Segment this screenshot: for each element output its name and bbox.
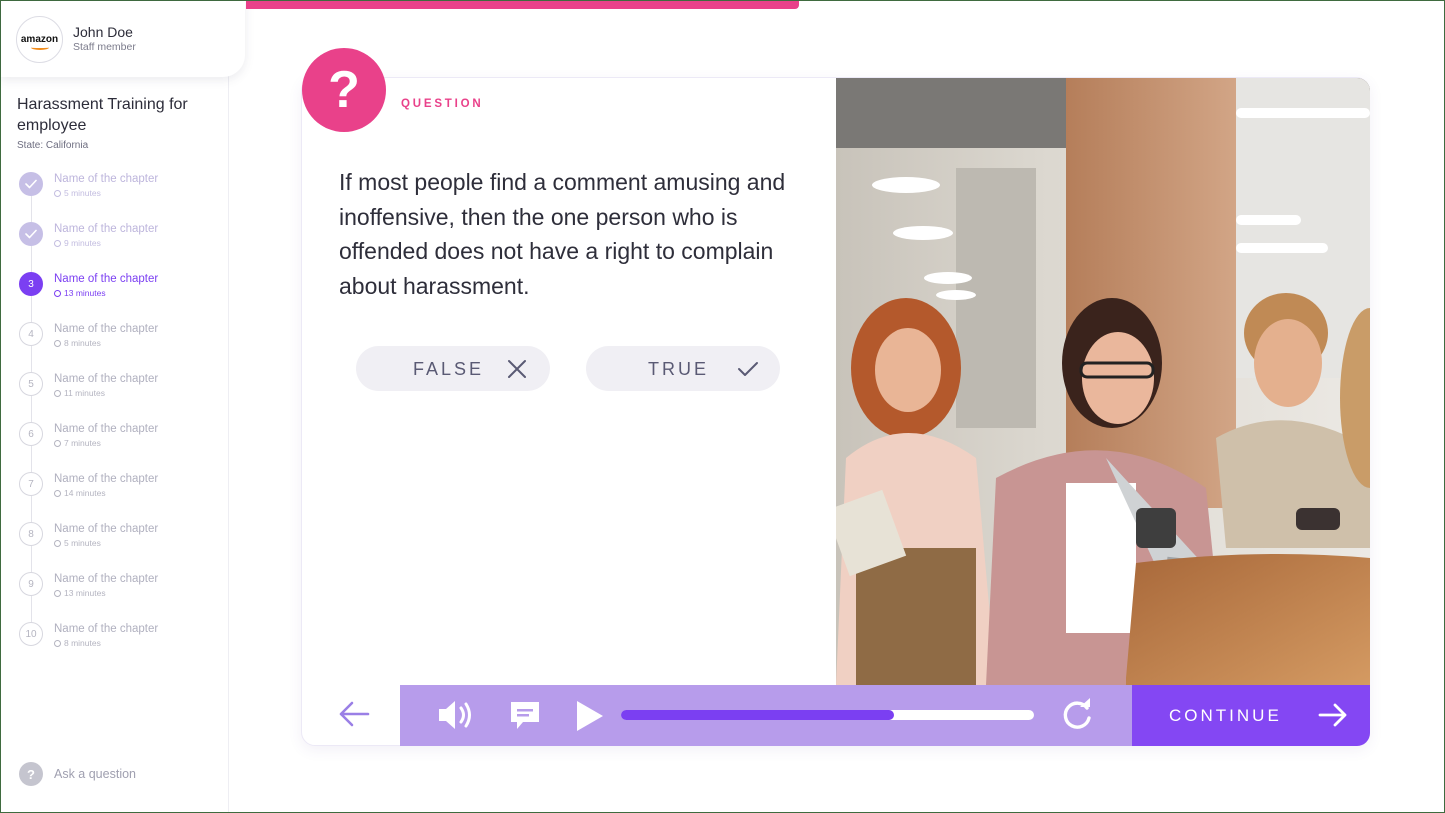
chapter-number: 9 (19, 572, 43, 596)
chapter-item-4[interactable]: 4 Name of the chapter 8 minutes (19, 322, 219, 362)
chapter-duration: 13 minutes (54, 588, 106, 598)
chapter-duration-text: 13 minutes (64, 288, 106, 298)
question-text: If most people find a comment amusing an… (339, 169, 786, 299)
clock-icon (54, 490, 61, 497)
clock-icon (54, 240, 61, 247)
chapter-duration-text: 5 minutes (64, 188, 101, 198)
user-role: Staff member (73, 41, 136, 53)
ask-question-link[interactable]: ? Ask a question (19, 762, 136, 786)
clock-icon (54, 290, 61, 297)
chapter-item-6[interactable]: 6 Name of the chapter 7 minutes (19, 422, 219, 462)
chapter-duration: 7 minutes (54, 438, 101, 448)
company-logo: amazon (16, 16, 63, 63)
answer-true-label: TRUE (648, 359, 709, 379)
chapter-duration: 8 minutes (54, 638, 101, 648)
clock-icon (54, 390, 61, 397)
check-icon (19, 222, 43, 246)
clock-icon (54, 440, 61, 447)
arrow-left-icon[interactable] (336, 698, 372, 730)
course-progress-bar (246, 1, 799, 9)
user-name: John Doe (73, 24, 133, 40)
question-circle-icon: ? (19, 762, 43, 786)
chapter-number: 3 (19, 272, 43, 296)
chapter-item-5[interactable]: 5 Name of the chapter 11 minutes (19, 372, 219, 412)
chapter-duration: 5 minutes (54, 538, 101, 548)
logo-smile-icon (31, 45, 49, 50)
x-icon (508, 360, 526, 378)
answer-false-button[interactable]: FALSE (356, 346, 550, 391)
refresh-icon[interactable] (1059, 698, 1095, 732)
chapter-item-2[interactable]: Name of the chapter 9 minutes (19, 222, 219, 262)
chapter-duration-text: 5 minutes (64, 538, 101, 548)
chapter-duration: 8 minutes (54, 338, 101, 348)
chapter-number: 4 (19, 322, 43, 346)
chapter-duration-text: 8 minutes (64, 338, 101, 348)
ask-question-label: Ask a question (54, 767, 136, 781)
photo-illustration (836, 78, 1370, 685)
question-mark-icon: ? (302, 48, 386, 132)
chapter-item-3[interactable]: 3 Name of the chapter 13 minutes (19, 272, 219, 312)
chapter-duration: 5 minutes (54, 188, 101, 198)
clock-icon (54, 340, 61, 347)
course-title: Harassment Training for employee (17, 96, 188, 134)
user-card[interactable]: amazon John Doe Staff member (1, 1, 245, 77)
play-icon[interactable] (575, 700, 605, 732)
chapter-name: Name of the chapter (54, 173, 159, 185)
chapter-name: Name of the chapter (54, 623, 159, 635)
arrow-right-icon (1318, 703, 1347, 727)
check-icon (738, 362, 758, 376)
chapter-number: 8 (19, 522, 43, 546)
chapter-number: 10 (19, 622, 43, 646)
course-state: State: California (17, 140, 89, 151)
chapter-name: Name of the chapter (54, 423, 159, 435)
check-icon (19, 172, 43, 196)
chapter-duration-text: 14 minutes (64, 488, 106, 498)
message-icon[interactable] (509, 700, 541, 732)
chapter-duration-text: 7 minutes (64, 438, 101, 448)
chapter-name: Name of the chapter (54, 573, 159, 585)
media-progress-track[interactable] (621, 710, 1034, 720)
clock-icon (54, 590, 61, 597)
chapter-duration-text: 8 minutes (64, 638, 101, 648)
chapter-item-1[interactable]: Name of the chapter 5 minutes (19, 172, 219, 212)
chapter-item-7[interactable]: 7 Name of the chapter 14 minutes (19, 472, 219, 512)
media-progress-fill (621, 710, 894, 720)
company-logo-text: amazon (20, 34, 59, 45)
people-working-photo (836, 78, 1370, 685)
chapter-name: Name of the chapter (54, 223, 159, 235)
answer-true-button[interactable]: TRUE (586, 346, 780, 391)
chapter-item-8[interactable]: 8 Name of the chapter 5 minutes (19, 522, 219, 562)
chapter-name: Name of the chapter (54, 273, 159, 285)
chapter-number: 6 (19, 422, 43, 446)
chapter-number: 7 (19, 472, 43, 496)
question-label: QUESTION (401, 98, 484, 110)
answer-false-label: FALSE (413, 359, 485, 379)
clock-icon (54, 640, 61, 647)
chapter-name: Name of the chapter (54, 373, 159, 385)
chapter-duration-text: 13 minutes (64, 588, 106, 598)
continue-label: CONTINUE (1169, 706, 1282, 725)
chapter-name: Name of the chapter (54, 523, 159, 535)
speaker-icon[interactable] (436, 698, 476, 732)
chapter-name: Name of the chapter (54, 323, 159, 335)
chapter-number: 5 (19, 372, 43, 396)
clock-icon (54, 190, 61, 197)
clock-icon (54, 540, 61, 547)
chapter-duration-text: 9 minutes (64, 238, 101, 248)
chapter-duration-text: 11 minutes (64, 388, 105, 398)
chapter-duration: 9 minutes (54, 238, 101, 248)
chapter-duration: 11 minutes (54, 388, 105, 398)
sidebar: amazon John Doe Staff member Harassment … (1, 1, 245, 812)
chapter-name: Name of the chapter (54, 473, 159, 485)
chapter-duration: 13 minutes (54, 288, 106, 298)
chapter-item-9[interactable]: 9 Name of the chapter 13 minutes (19, 572, 219, 612)
chapter-item-10[interactable]: 10 Name of the chapter 8 minutes (19, 622, 219, 662)
chapter-duration: 14 minutes (54, 488, 106, 498)
continue-button[interactable]: CONTINUE (1132, 685, 1370, 746)
